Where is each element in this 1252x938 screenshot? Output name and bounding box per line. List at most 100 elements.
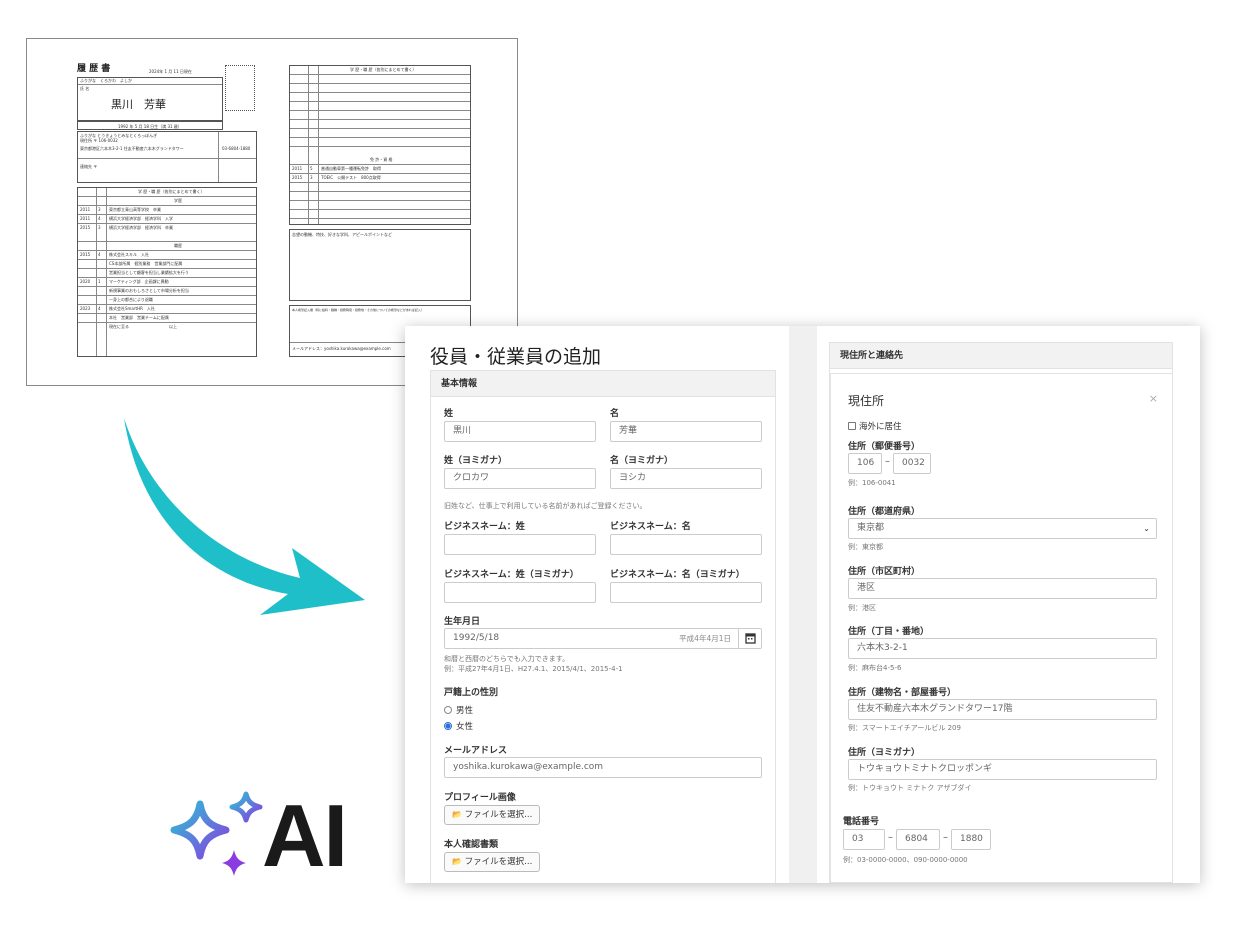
resume-address-box: ふりがな とうきょうとみなとくろっぽんぎ 現住所 〒 106-0032 東京都港… [77,131,257,183]
resume-address: 東京都港区六本木3-2-1 住友不動産六本木グランドタワー [80,146,184,151]
resume-row-line [78,286,256,287]
checkbox-box [848,422,856,430]
address-kana-hint: 例：トウキョウト ミナトク アザブダイ [848,784,972,792]
postal-code-second-input[interactable]: 0032 [893,453,931,474]
first-name-label: 名 [610,409,620,419]
street-label: 住所（丁目・番地） [848,627,930,637]
resume-row-line [78,277,256,278]
resume-row-text: 横浜大学経済学部 経済学科 卒業 [109,225,173,230]
resume-birth: 1992 年 5 月 18 日生（満 31 歳） [118,124,182,129]
business-last-kana-label: ビジネスネーム：姓（ヨミガナ） [444,570,579,580]
business-last-kana-input[interactable] [444,582,596,603]
gender-female-text: 女性 [456,722,474,732]
radio-male-circle [444,706,452,714]
phone-third-input[interactable]: 1880 [951,829,991,850]
address-kana-input[interactable]: トウキョウトミナトクロッポンギ [848,759,1157,780]
resume-row-line [78,259,256,260]
resume-row-line [78,205,256,206]
building-input[interactable]: 住友不動産六本木グランドタワー17階 [848,699,1157,720]
resume-row-text: 本社 営業部 営業チームに配属 [109,315,169,320]
phone-first-input[interactable]: 03 [843,829,885,850]
resume-birth-box: 1992 年 5 月 18 日生（満 31 歳） [77,121,223,130]
profile-file-button[interactable]: 📂 ファイルを選択... [444,805,541,825]
last-name-label: 姓 [444,409,454,419]
resume-contact-label: 連絡先 〒 [80,164,98,169]
birth-date-value: 1992/5/18 [453,633,500,643]
postal-code-first-input[interactable]: 106 [848,453,882,474]
gender-male-text: 男性 [456,706,474,716]
email-input[interactable]: yoshika.kurokawa@example.com [444,757,762,778]
business-first-kana-label: ビジネスネーム：名（ヨミガナ） [610,570,745,580]
city-hint: 例：港区 [848,604,876,612]
resume-row-year: 2020 [80,279,91,284]
business-last-name-input[interactable] [444,534,596,555]
resume-name-label: 氏 名 [80,86,90,91]
last-kana-input[interactable]: クロカワ [444,468,596,489]
gender-radio-female[interactable]: 女性 [444,720,473,732]
resume-row-line [78,295,256,296]
resume-row-line [78,214,256,215]
radio-female-circle [444,722,452,730]
resume-motivation-label: 志望の動機、特技、好きな学科、アピールポイントなど [292,232,392,237]
building-label: 住所（建物名・部屋番号） [848,688,957,698]
resume-row-line [290,173,470,174]
ai-logo-text: AI [262,786,348,885]
street-input[interactable]: 六本木3-2-1 [848,638,1157,659]
resume-edu-label: 学歴 [174,198,182,203]
resume-row-text: TOEIC 公開テスト 800点取得 [321,175,381,180]
resume-photo-box [225,65,255,111]
phone-second-input[interactable]: 6804 [896,829,940,850]
close-icon[interactable]: × [1149,392,1158,405]
resume-row-year: 2015 [80,225,91,230]
phone-label: 電話番号 [843,817,880,827]
phone-hint: 例：03-0000-0000、090-0000-0000 [843,856,968,864]
resume-row-line [290,164,470,165]
calendar-button[interactable] [738,629,761,648]
basic-info-card: 姓 名 黒川 芳華 姓（ヨミガナ） 名（ヨミガナ） クロカワ ヨシカ 旧姓など、… [430,397,776,883]
resume-row-text: 営業担当として顧客を担当し業績拡大を行う [109,270,189,275]
overseas-checkbox[interactable]: 海外に居住 [848,420,902,432]
address-panel: 現住所と連絡先 現住所 × 海外に居住 住所（郵便番号） 106 – 0032 … [817,326,1200,883]
resume-row-line [78,322,256,323]
last-kana-label: 姓（ヨミガナ） [444,456,508,466]
resume-row-line [78,304,256,305]
city-input[interactable]: 港区 [848,578,1157,599]
app-window: 役員・従業員の追加 基本情報 姓 名 黒川 芳華 姓（ヨミガナ） 名（ヨミガナ）… [405,326,1200,883]
resume-motivation-box: 志望の動機、特技、好きな学科、アピールポイントなど [289,229,471,301]
current-address-title: 現住所 [848,394,885,408]
resume-phone: 03-6804-1880 [222,146,251,151]
gender-label: 戸籍上の性別 [444,688,499,698]
resume-history-header: 学 歴・職 歴（各別にまとめて書く） [138,189,205,194]
resume-name-box: ふりがな くろかわ よしか 氏 名 黒川 芳華 [77,77,223,121]
resume-row-year: 2011 [80,207,91,212]
first-kana-input[interactable]: ヨシカ [610,468,762,489]
prefecture-select[interactable]: 東京都 ⌄ [848,518,1157,539]
birth-date-wareki: 平成4年4月1日 [679,634,731,643]
resume-row-text: 株式会社SmartHR 入社 [109,306,155,311]
current-address-card: 現住所 × 海外に居住 住所（郵便番号） 106 – 0032 例：106-00… [830,373,1173,883]
address-section-body: 現住所 × 海外に居住 住所（郵便番号） 106 – 0032 例：106-00… [829,369,1173,883]
resume-furigana: ふりがな くろかわ よしか [80,78,132,83]
profile-image-label: プロフィール画像 [444,793,516,803]
birth-date-input[interactable]: 1992/5/18 平成4年4月1日 [444,628,762,649]
last-name-input[interactable]: 黒川 [444,421,596,442]
id-document-file-button[interactable]: 📂 ファイルを選択... [444,852,541,872]
resume-address-postal: 現住所 〒 106-0032 [80,138,118,143]
business-first-kana-input[interactable] [610,582,762,603]
email-label: メールアドレス [444,746,508,756]
address-section-header: 現住所と連絡先 [829,342,1173,369]
birth-date-hint-1: 和暦と西暦のどちらでも入力できます。 [444,655,570,663]
page-title: 役員・従業員の追加 [430,346,602,368]
resume-request-label: 本人希望記入欄（特に給料・職種・勤務時間・勤務地・その他についての希望などがあれ… [292,308,424,312]
prefecture-value: 東京都 [857,523,885,533]
postal-label: 住所（郵便番号） [848,442,921,452]
resume-row-year: 2011 [80,216,91,221]
first-name-input[interactable]: 芳華 [610,421,762,442]
resume-row-year: 2023 [80,306,91,311]
business-first-name-input[interactable] [610,534,762,555]
gender-radio-male[interactable]: 男性 [444,704,473,716]
postal-dash: – [885,456,890,467]
resume-license-header: 免 許・資 格 [370,157,393,162]
resume-row-text: 新規事業のおもしろさとして市場分析を担当 [109,288,189,293]
folder-open-icon: 📂 [452,857,462,866]
